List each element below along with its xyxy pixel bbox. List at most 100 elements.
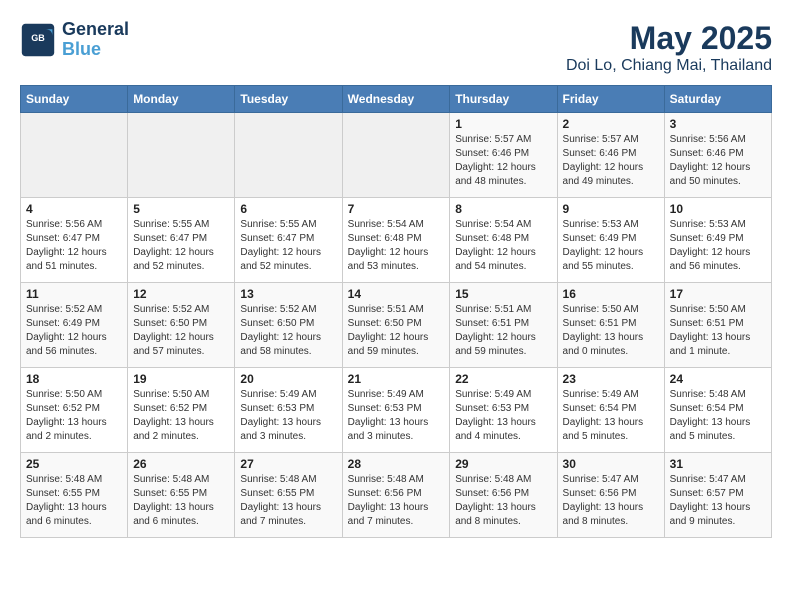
calendar-day-cell: 12 Sunrise: 5:52 AM Sunset: 6:50 PM Dayli… — [128, 283, 235, 368]
day-info: Sunrise: 5:48 AM Sunset: 6:56 PM Dayligh… — [348, 473, 445, 529]
calendar-day-cell: 29 Sunrise: 5:48 AM Sunset: 6:56 PM Dayli… — [450, 453, 557, 538]
calendar-day-cell: 26 Sunrise: 5:48 AM Sunset: 6:55 PM Dayli… — [128, 453, 235, 538]
day-number: 7 — [348, 202, 445, 216]
calendar-day-cell: 4 Sunrise: 5:56 AM Sunset: 6:47 PM Daylig… — [21, 198, 128, 283]
calendar-day-cell: 19 Sunrise: 5:50 AM Sunset: 6:52 PM Dayli… — [128, 368, 235, 453]
weekday-header-cell: Tuesday — [235, 86, 342, 113]
day-number: 28 — [348, 457, 445, 471]
day-number: 3 — [670, 117, 766, 131]
day-info: Sunrise: 5:50 AM Sunset: 6:52 PM Dayligh… — [26, 388, 122, 444]
day-number: 6 — [240, 202, 336, 216]
day-info: Sunrise: 5:53 AM Sunset: 6:49 PM Dayligh… — [563, 218, 659, 274]
calendar-day-cell: 8Sunrise: 5:54 AM Sunset: 6:48 PM Daylig… — [450, 198, 557, 283]
day-number: 20 — [240, 372, 336, 386]
day-number: 19 — [133, 372, 229, 386]
calendar-day-cell: 18 Sunrise: 5:50 AM Sunset: 6:52 PM Dayli… — [21, 368, 128, 453]
day-info: Sunrise: 5:49 AM Sunset: 6:53 PM Dayligh… — [455, 388, 551, 444]
logo-text: General Blue — [62, 20, 129, 60]
day-info: Sunrise: 5:55 AM Sunset: 6:47 PM Dayligh… — [133, 218, 229, 274]
calendar-day-cell: 6 Sunrise: 5:55 AM Sunset: 6:47 PM Daylig… — [235, 198, 342, 283]
day-number: 1 — [455, 117, 551, 131]
weekday-header-cell: Saturday — [664, 86, 771, 113]
day-number: 26 — [133, 457, 229, 471]
calendar-day-cell: 9 Sunrise: 5:53 AM Sunset: 6:49 PM Daylig… — [557, 198, 664, 283]
day-number: 16 — [563, 287, 659, 301]
day-number: 10 — [670, 202, 766, 216]
day-number: 11 — [26, 287, 122, 301]
day-number: 29 — [455, 457, 551, 471]
calendar-day-cell: 17 Sunrise: 5:50 AM Sunset: 6:51 PM Dayli… — [664, 283, 771, 368]
day-info: Sunrise: 5:50 AM Sunset: 6:51 PM Dayligh… — [563, 303, 659, 359]
weekday-header-cell: Monday — [128, 86, 235, 113]
location: Doi Lo, Chiang Mai, Thailand — [566, 57, 772, 75]
day-info: Sunrise: 5:54 AM Sunset: 6:48 PM Dayligh… — [348, 218, 445, 274]
day-info: Sunrise: 5:57 AM Sunset: 6:46 PM Dayligh… — [455, 133, 551, 189]
logo: GB General Blue — [20, 20, 129, 60]
day-number: 18 — [26, 372, 122, 386]
day-info: Sunrise: 5:53 AM Sunset: 6:49 PM Dayligh… — [670, 218, 766, 274]
calendar-day-cell: 25 Sunrise: 5:48 AM Sunset: 6:55 PM Dayli… — [21, 453, 128, 538]
calendar-week-row: 4 Sunrise: 5:56 AM Sunset: 6:47 PM Daylig… — [21, 198, 772, 283]
day-number: 5 — [133, 202, 229, 216]
day-info: Sunrise: 5:48 AM Sunset: 6:55 PM Dayligh… — [26, 473, 122, 529]
day-info: Sunrise: 5:56 AM Sunset: 6:46 PM Dayligh… — [670, 133, 766, 189]
logo-icon: GB — [20, 22, 56, 58]
day-number: 9 — [563, 202, 659, 216]
weekday-header-cell: Thursday — [450, 86, 557, 113]
day-number: 12 — [133, 287, 229, 301]
day-info: Sunrise: 5:56 AM Sunset: 6:47 PM Dayligh… — [26, 218, 122, 274]
day-info: Sunrise: 5:50 AM Sunset: 6:52 PM Dayligh… — [133, 388, 229, 444]
day-info: Sunrise: 5:49 AM Sunset: 6:53 PM Dayligh… — [348, 388, 445, 444]
day-info: Sunrise: 5:48 AM Sunset: 6:56 PM Dayligh… — [455, 473, 551, 529]
day-number: 22 — [455, 372, 551, 386]
calendar-day-cell: 28 Sunrise: 5:48 AM Sunset: 6:56 PM Dayli… — [342, 453, 450, 538]
calendar-day-cell: 7 Sunrise: 5:54 AM Sunset: 6:48 PM Daylig… — [342, 198, 450, 283]
title-block: May 2025 Doi Lo, Chiang Mai, Thailand — [566, 20, 772, 75]
day-number: 24 — [670, 372, 766, 386]
calendar-week-row: 25 Sunrise: 5:48 AM Sunset: 6:55 PM Dayli… — [21, 453, 772, 538]
day-number: 8 — [455, 202, 551, 216]
calendar-day-cell — [342, 113, 450, 198]
day-info: Sunrise: 5:52 AM Sunset: 6:49 PM Dayligh… — [26, 303, 122, 359]
weekday-header-cell: Sunday — [21, 86, 128, 113]
day-number: 25 — [26, 457, 122, 471]
day-number: 17 — [670, 287, 766, 301]
day-number: 4 — [26, 202, 122, 216]
calendar-day-cell: 3 Sunrise: 5:56 AM Sunset: 6:46 PM Daylig… — [664, 113, 771, 198]
weekday-header-cell: Friday — [557, 86, 664, 113]
day-info: Sunrise: 5:51 AM Sunset: 6:50 PM Dayligh… — [348, 303, 445, 359]
calendar-day-cell: 20 Sunrise: 5:49 AM Sunset: 6:53 PM Dayli… — [235, 368, 342, 453]
day-info: Sunrise: 5:57 AM Sunset: 6:46 PM Dayligh… — [563, 133, 659, 189]
month-title: May 2025 — [566, 20, 772, 57]
day-info: Sunrise: 5:47 AM Sunset: 6:57 PM Dayligh… — [670, 473, 766, 529]
calendar-day-cell: 24 Sunrise: 5:48 AM Sunset: 6:54 PM Dayli… — [664, 368, 771, 453]
calendar-day-cell — [21, 113, 128, 198]
day-info: Sunrise: 5:49 AM Sunset: 6:53 PM Dayligh… — [240, 388, 336, 444]
calendar-week-row: 18 Sunrise: 5:50 AM Sunset: 6:52 PM Dayli… — [21, 368, 772, 453]
calendar-day-cell: 21 Sunrise: 5:49 AM Sunset: 6:53 PM Dayli… — [342, 368, 450, 453]
day-info: Sunrise: 5:55 AM Sunset: 6:47 PM Dayligh… — [240, 218, 336, 274]
calendar-day-cell: 15Sunrise: 5:51 AM Sunset: 6:51 PM Dayli… — [450, 283, 557, 368]
day-info: Sunrise: 5:51 AM Sunset: 6:51 PM Dayligh… — [455, 303, 551, 359]
day-info: Sunrise: 5:48 AM Sunset: 6:55 PM Dayligh… — [133, 473, 229, 529]
calendar-day-cell: 23Sunrise: 5:49 AM Sunset: 6:54 PM Dayli… — [557, 368, 664, 453]
day-number: 21 — [348, 372, 445, 386]
day-number: 23 — [563, 372, 659, 386]
calendar-week-row: 11 Sunrise: 5:52 AM Sunset: 6:49 PM Dayli… — [21, 283, 772, 368]
day-info: Sunrise: 5:52 AM Sunset: 6:50 PM Dayligh… — [133, 303, 229, 359]
day-info: Sunrise: 5:50 AM Sunset: 6:51 PM Dayligh… — [670, 303, 766, 359]
calendar-day-cell: 10 Sunrise: 5:53 AM Sunset: 6:49 PM Dayli… — [664, 198, 771, 283]
day-info: Sunrise: 5:52 AM Sunset: 6:50 PM Dayligh… — [240, 303, 336, 359]
weekday-header-row: SundayMondayTuesdayWednesdayThursdayFrid… — [21, 86, 772, 113]
day-info: Sunrise: 5:48 AM Sunset: 6:54 PM Dayligh… — [670, 388, 766, 444]
svg-text:GB: GB — [31, 33, 45, 43]
day-number: 14 — [348, 287, 445, 301]
calendar-week-row: 1 Sunrise: 5:57 AM Sunset: 6:46 PM Daylig… — [21, 113, 772, 198]
calendar-day-cell: 14 Sunrise: 5:51 AM Sunset: 6:50 PM Dayli… — [342, 283, 450, 368]
calendar-day-cell — [235, 113, 342, 198]
day-number: 2 — [563, 117, 659, 131]
calendar-day-cell: 2 Sunrise: 5:57 AM Sunset: 6:46 PM Daylig… — [557, 113, 664, 198]
calendar-table: SundayMondayTuesdayWednesdayThursdayFrid… — [20, 85, 772, 538]
calendar-day-cell: 31Sunrise: 5:47 AM Sunset: 6:57 PM Dayli… — [664, 453, 771, 538]
calendar-day-cell: 1 Sunrise: 5:57 AM Sunset: 6:46 PM Daylig… — [450, 113, 557, 198]
